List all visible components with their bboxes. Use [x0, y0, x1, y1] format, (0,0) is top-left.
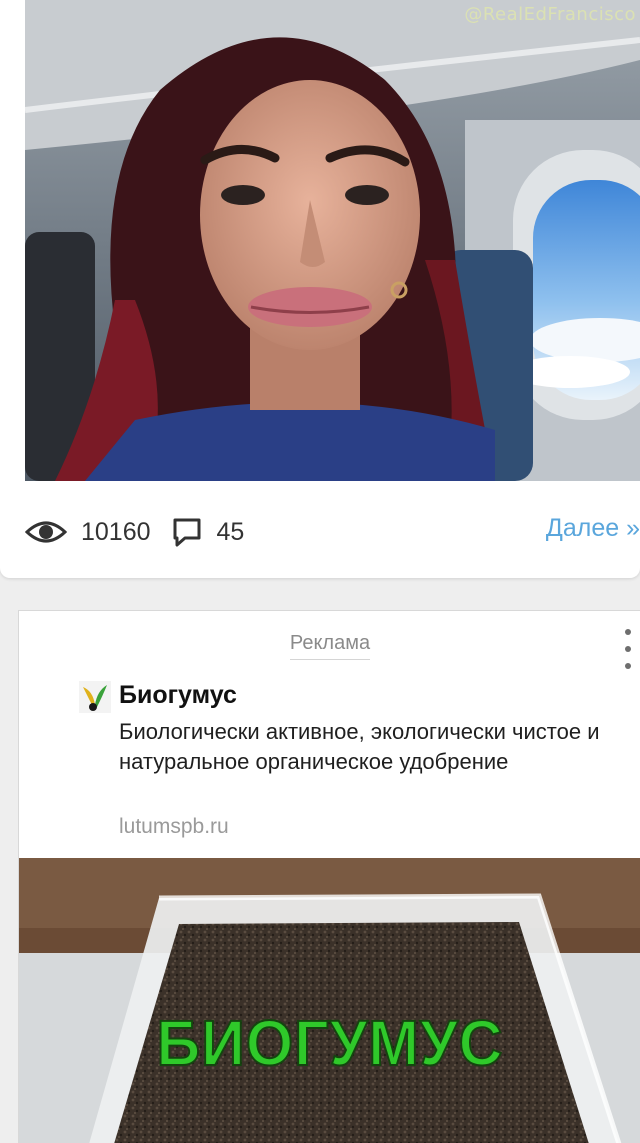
- photo-watermark: @RealEdFrancisco: [464, 4, 636, 25]
- feed-page: @RealEdFrancisco 10160 45 Далее » Реклам…: [0, 0, 640, 1143]
- ad-description: Биологически активное, экологически чист…: [119, 719, 600, 774]
- ad-card[interactable]: Реклама Биогумус Биологически активное, …: [18, 610, 640, 1143]
- eye-icon: [25, 518, 67, 546]
- comments-count[interactable]: 45: [217, 518, 245, 547]
- ad-title[interactable]: Биогумус: [119, 681, 237, 710]
- more-vertical-icon[interactable]: [621, 629, 635, 669]
- ad-domain[interactable]: lutumspb.ru: [119, 815, 229, 839]
- post-photo-illustration: [25, 0, 640, 481]
- ad-label: Реклама: [19, 632, 640, 660]
- post-photo[interactable]: @RealEdFrancisco: [25, 0, 640, 481]
- ad-image-illustration: [19, 858, 640, 1143]
- post-stats-row: 10160 45 Далее »: [25, 510, 640, 554]
- ad-image[interactable]: БИОГУМУС: [19, 858, 640, 1143]
- ad-label-text: Реклама: [289, 632, 371, 660]
- views-count: 10160: [81, 517, 151, 546]
- biogumus-logo-icon: [79, 681, 111, 713]
- next-link[interactable]: Далее »: [546, 514, 640, 543]
- post-card: @RealEdFrancisco 10160 45 Далее »: [0, 0, 640, 578]
- comment-bubble-icon[interactable]: [171, 516, 203, 548]
- ad-image-caption: БИОГУМУС: [156, 1006, 504, 1080]
